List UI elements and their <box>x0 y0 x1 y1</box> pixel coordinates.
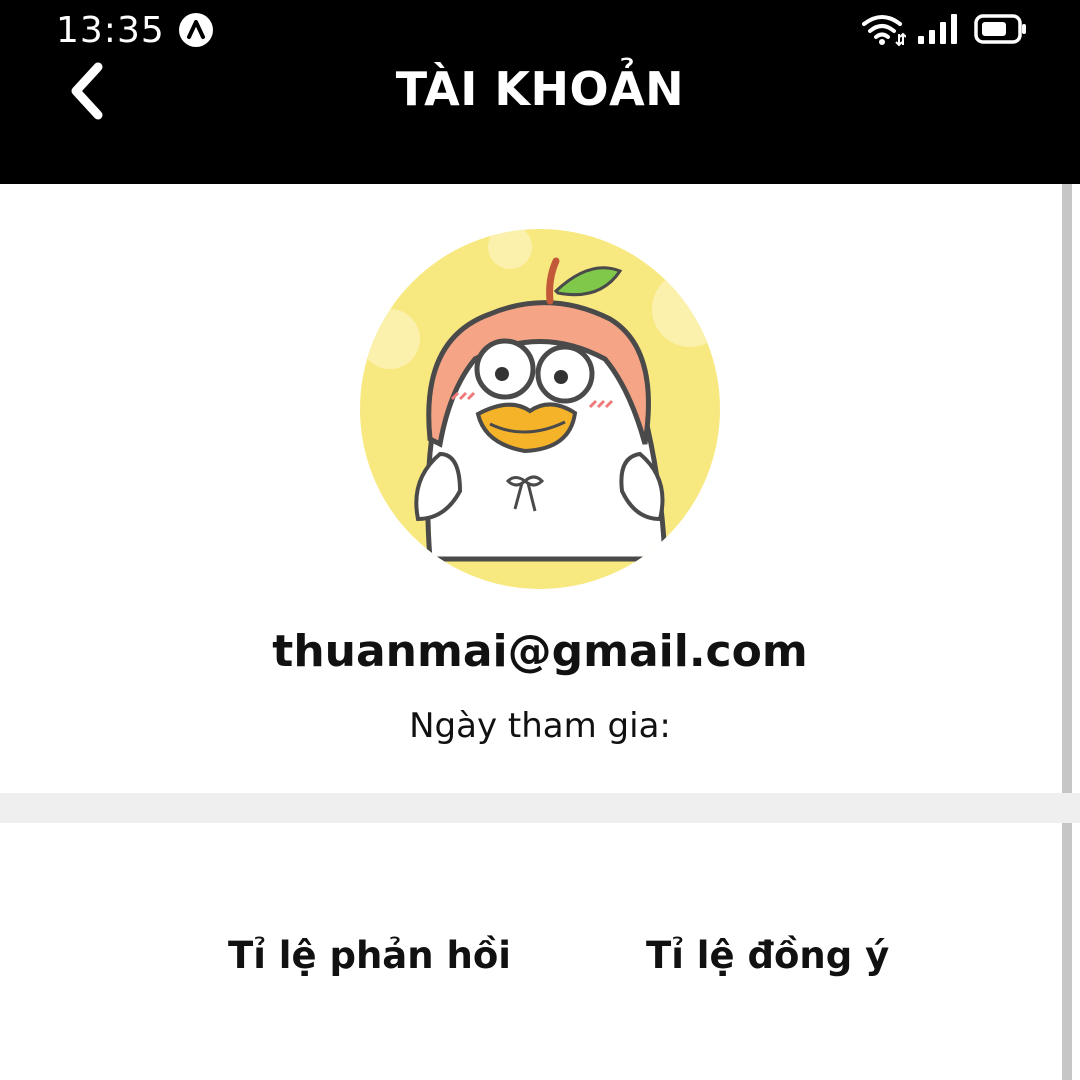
page-title: TÀI KHOẢN <box>395 62 685 116</box>
response-rate-label: Tỉ lệ phản hồi <box>228 934 511 977</box>
signal-icon <box>916 12 960 46</box>
join-date-label: Ngày tham gia: <box>409 706 671 746</box>
section-divider <box>0 793 1080 823</box>
agree-rate-label: Tỉ lệ đồng ý <box>646 934 890 977</box>
duck-character-avatar <box>360 229 720 589</box>
app-header: 13:35 TÀI KHOẢN <box>0 0 1080 184</box>
status-time: 13:35 <box>56 10 165 51</box>
battery-icon <box>974 13 1028 45</box>
user-email: thuanmai@gmail.com <box>272 626 808 677</box>
avatar[interactable] <box>360 229 720 589</box>
notification-app-icon <box>178 12 214 48</box>
wifi-icon <box>862 12 907 48</box>
